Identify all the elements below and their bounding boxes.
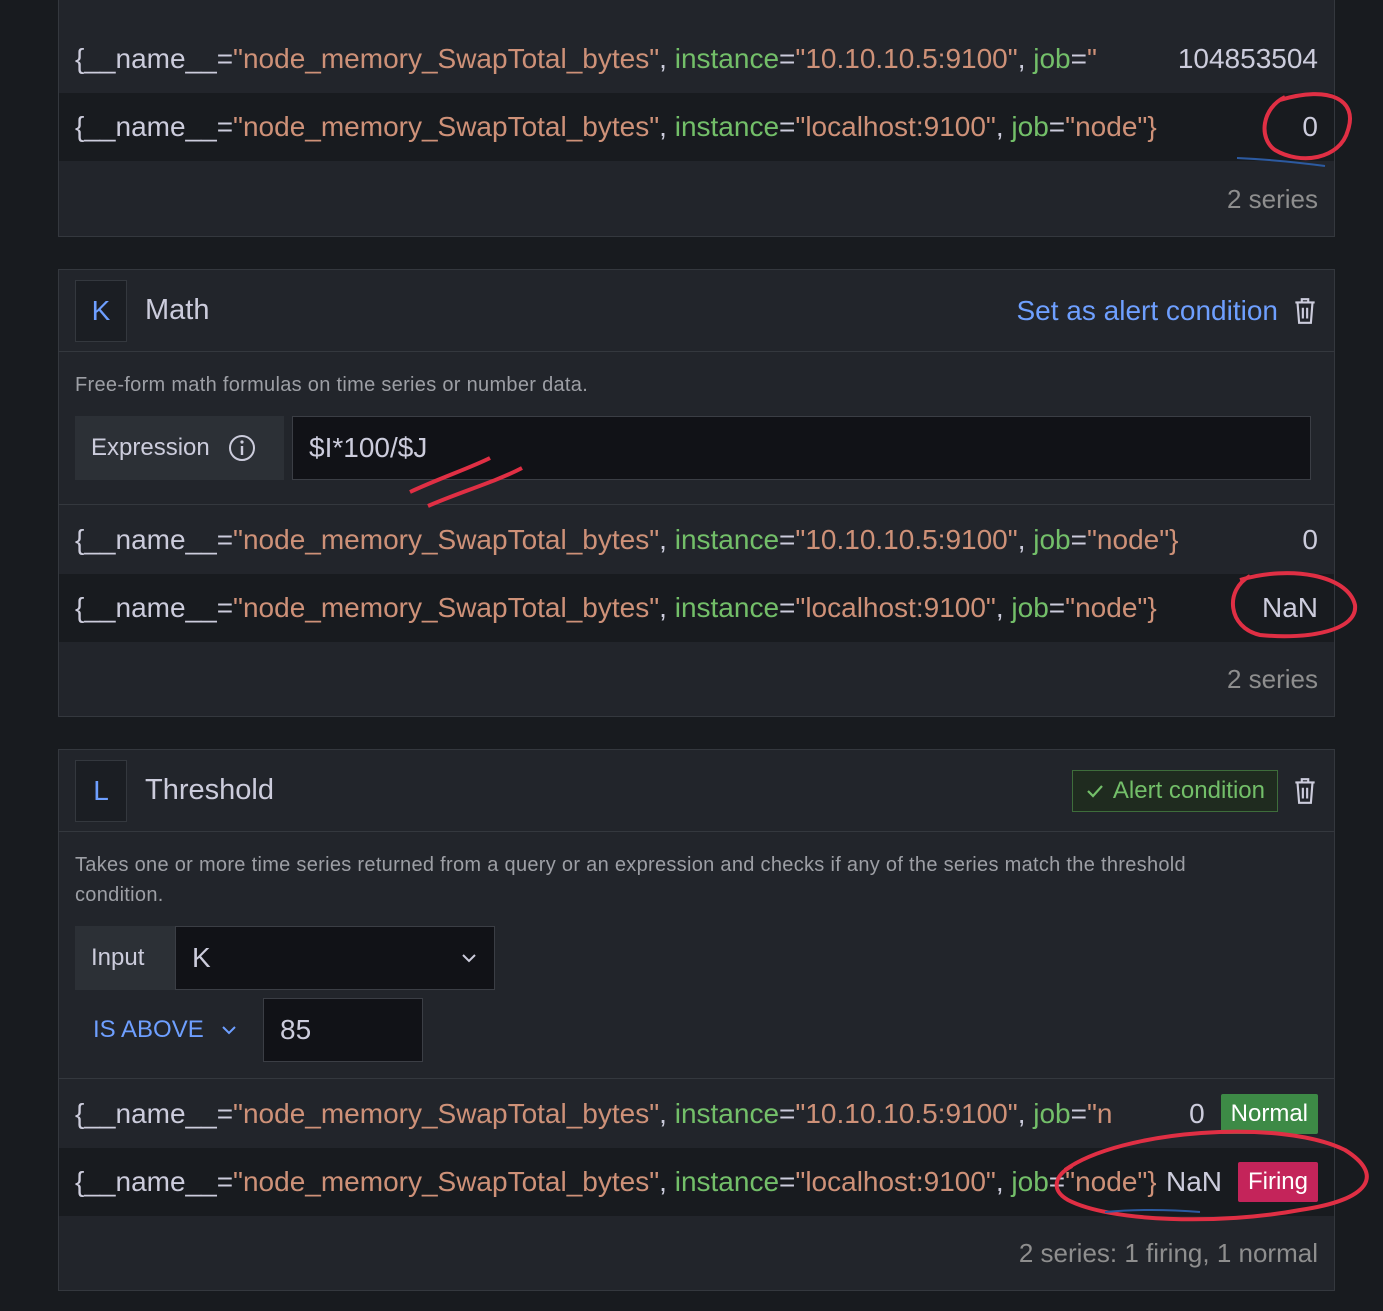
expression-type-title: Math <box>145 294 210 326</box>
expression-description: Free-form math formulas on time series o… <box>75 374 589 396</box>
series-count: 2 series: 1 firing, 1 normal <box>1018 1237 1318 1268</box>
card-header: L Threshold Alert condition <box>59 750 1334 832</box>
set-alert-condition-link[interactable]: Set as alert condition <box>1017 295 1279 327</box>
series-value: 104853504 <box>1177 43 1318 74</box>
series-row: {__name__="node_memory_SwapTotal_bytes",… <box>59 1080 1334 1148</box>
series-value: NaN <box>1165 1166 1222 1197</box>
chevron-down-icon <box>462 954 476 963</box>
series-label: {__name__="node_memory_SwapTotal_bytes",… <box>75 1166 1156 1197</box>
series-label: {__name__="node_memory_SwapTotal_bytes",… <box>75 43 1097 74</box>
series-row: {__name__="node_memory_SwapTotal_bytes",… <box>59 25 1334 93</box>
expression-label: Expression <box>75 416 284 480</box>
series-value: 0 <box>1302 111 1318 142</box>
status-badge-normal: Normal <box>1220 1094 1318 1134</box>
input-select[interactable]: K <box>175 926 495 990</box>
operator-select[interactable]: IS ABOVE <box>93 998 238 1062</box>
series-row: {__name__="node_memory_SwapTotal_bytes",… <box>59 93 1334 161</box>
chevron-down-icon <box>222 1026 236 1035</box>
series-label: {__name__="node_memory_SwapTotal_bytes",… <box>75 524 1179 555</box>
series-row: {__name__="node_memory_SwapTotal_bytes",… <box>59 1148 1334 1216</box>
series-value: NaN <box>1261 592 1318 623</box>
series-label: {__name__="node_memory_SwapTotal_bytes",… <box>75 111 1157 142</box>
alert-condition-badge[interactable]: Alert condition <box>1071 769 1278 812</box>
input-label: Input <box>75 926 175 990</box>
expression-type-title: Threshold <box>145 774 274 806</box>
series-label: {__name__="node_memory_SwapTotal_bytes",… <box>75 592 1157 623</box>
threshold-value-input[interactable]: 85 <box>263 998 423 1062</box>
expression-description: Takes one or more time series returned f… <box>75 854 1186 906</box>
query-result-card: {__name__="node_memory_SwapTotal_bytes",… <box>58 0 1335 237</box>
series-value: 0 <box>1302 524 1318 555</box>
series-row: {__name__="node_memory_SwapTotal_bytes",… <box>59 506 1334 574</box>
series-value: 0 <box>1189 1098 1205 1129</box>
info-icon[interactable] <box>228 434 256 462</box>
trash-icon[interactable] <box>1292 776 1318 806</box>
threshold-expression-card: L Threshold Alert condition Takes one or… <box>58 749 1335 1291</box>
expression-input[interactable]: $I*100/$J <box>292 416 1311 480</box>
ref-id[interactable]: K <box>75 279 127 342</box>
status-badge-firing: Firing <box>1237 1162 1318 1202</box>
ref-id[interactable]: L <box>75 759 127 822</box>
trash-icon[interactable] <box>1292 296 1318 326</box>
series-count: 2 series <box>1226 183 1318 214</box>
series-count: 2 series <box>1226 663 1318 694</box>
check-icon <box>1087 784 1103 798</box>
card-header: K Math Set as alert condition <box>59 270 1334 352</box>
series-row: {__name__="node_memory_SwapTotal_bytes",… <box>59 574 1334 642</box>
math-expression-card: K Math Set as alert condition Free-form … <box>58 269 1335 717</box>
series-label: {__name__="node_memory_SwapTotal_bytes",… <box>75 1098 1113 1129</box>
